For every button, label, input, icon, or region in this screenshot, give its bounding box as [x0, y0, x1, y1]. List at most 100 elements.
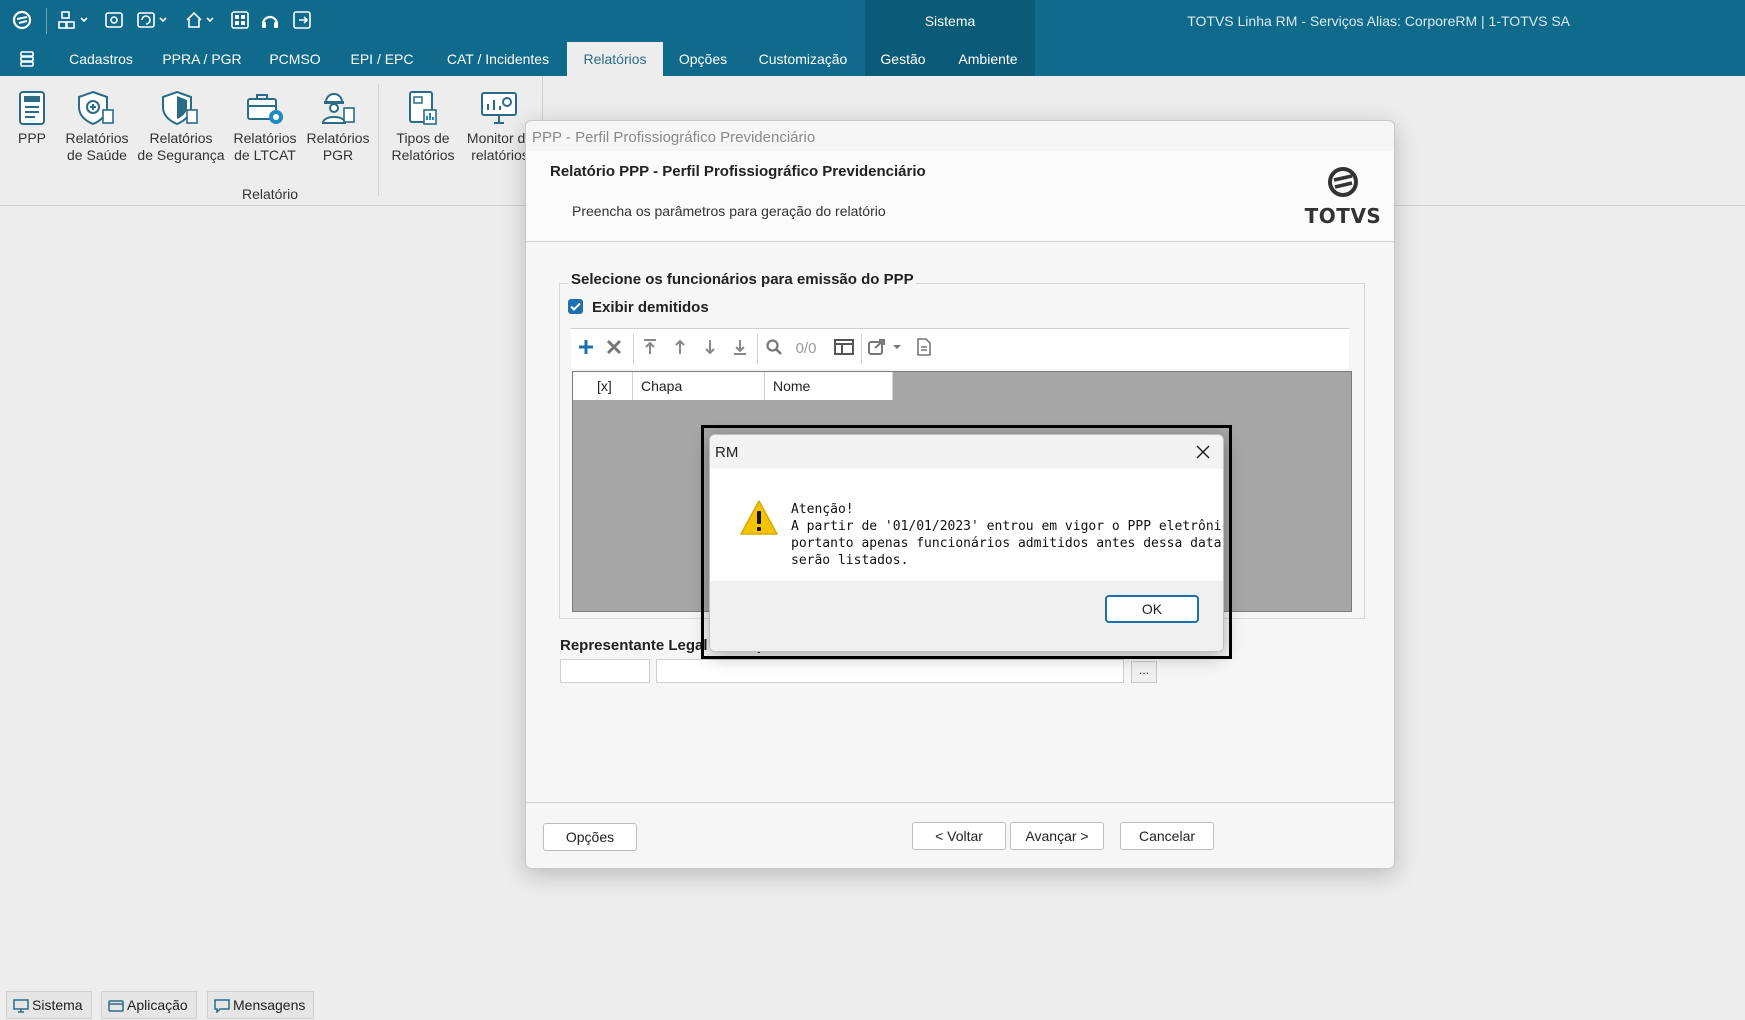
ribbon-label: Relatórios: [233, 130, 297, 146]
tab-group-label: Sistema: [924, 13, 976, 29]
ribbon-label: Tipos de: [396, 130, 450, 146]
tab-cat-incidentes[interactable]: CAT / Incidentes: [436, 42, 560, 76]
report-monitor-icon: [481, 92, 517, 124]
pgr-worker-icon: [321, 93, 355, 124]
representante-lookup-button[interactable]: ...: [1131, 661, 1157, 683]
home-dropdown-icon[interactable]: [184, 10, 220, 32]
grid-toolbar: 0/0: [571, 328, 1349, 369]
next-record-icon[interactable]: [699, 338, 721, 360]
toolbar-separator: [757, 334, 758, 364]
security-shield-icon: [162, 90, 198, 126]
application-icon: [108, 1000, 124, 1012]
totvs-logo-text: TOTVS: [1304, 204, 1382, 228]
grid-header: [x] Chapa Nome: [573, 372, 893, 400]
dialog-titlebar: RM: [710, 435, 1223, 469]
ribbon-label: Relatórios: [65, 130, 129, 146]
connections-dropdown-icon[interactable]: [58, 10, 94, 32]
totvs-logo-icon: [1328, 167, 1358, 197]
preview-icon[interactable]: [104, 10, 126, 32]
tab-ppra-pgr[interactable]: PPRA / PGR: [154, 42, 250, 76]
ribbon-label: Relatórios: [391, 147, 455, 163]
options-button[interactable]: Opções: [543, 823, 637, 851]
statusbar-label: Sistema: [32, 997, 83, 1013]
dialog-body: Atenção! A partir de '01/01/2023' entrou…: [710, 469, 1223, 581]
report-icon[interactable]: [913, 338, 935, 360]
dialog-message: Atenção! A partir de '01/01/2023' entrou…: [791, 501, 1224, 569]
ppp-document-icon: [19, 91, 45, 125]
tab-cadastros[interactable]: Cadastros: [56, 42, 146, 76]
representante-code-input[interactable]: [560, 659, 650, 683]
checkmark-icon: [570, 302, 581, 311]
record-counter: 0/0: [795, 340, 817, 357]
message-line: portanto apenas funcionários admitidos a…: [791, 536, 1222, 551]
relatorios-seguranca-button[interactable]: Relatórios de Segurança: [136, 90, 226, 164]
message-line: Atenção!: [791, 502, 854, 517]
statusbar-label: Mensagens: [233, 997, 306, 1013]
ribbon-label: de Segurança: [137, 147, 225, 163]
exibir-demitidos-checkbox[interactable]: [568, 299, 583, 314]
close-icon[interactable]: [1193, 442, 1213, 462]
wizard-heading: Relatório PPP - Perfil Profissiográfico …: [550, 163, 926, 180]
tipos-relatorios-button[interactable]: Tipos de Relatórios: [388, 90, 458, 164]
export-dropdown-icon[interactable]: [867, 338, 907, 360]
relatorios-saude-button[interactable]: Relatórios de Saúde: [62, 90, 132, 164]
last-record-icon[interactable]: [729, 338, 751, 360]
tab-ambiente[interactable]: Ambiente: [948, 42, 1028, 76]
columns-icon[interactable]: [833, 338, 855, 360]
toolbar-separator: [633, 334, 634, 364]
cancel-button[interactable]: Cancelar: [1120, 822, 1214, 850]
tab-pcmso[interactable]: PCMSO: [262, 42, 328, 76]
app-title: TOTVS Linha RM - Serviços Alias: Corpore…: [1187, 13, 1570, 29]
tab-relatorios[interactable]: Relatórios: [567, 42, 663, 76]
wizard-footer: Opções < Voltar Avançar > Cancelar: [526, 802, 1394, 869]
totvs-logo: TOTVS: [1304, 165, 1382, 228]
search-icon[interactable]: [763, 338, 785, 360]
tab-gestao[interactable]: Gestão: [872, 42, 934, 76]
warning-icon: [740, 500, 778, 535]
next-button[interactable]: Avançar >: [1010, 822, 1104, 850]
first-record-icon[interactable]: [639, 338, 661, 360]
wizard-subheading: Preencha os parâmetros para geração do r…: [572, 203, 886, 219]
previous-record-icon[interactable]: [669, 338, 691, 360]
ribbon-group-label: Relatório: [241, 186, 299, 202]
tab-epi-epc[interactable]: EPI / EPC: [342, 42, 422, 76]
column-chapa[interactable]: Chapa: [633, 372, 765, 400]
add-icon[interactable]: [575, 338, 597, 360]
ribbon-label: PGR: [322, 147, 354, 163]
messages-icon: [214, 999, 230, 1014]
ribbon-label: Relatórios: [149, 130, 213, 146]
dialog-title: RM: [715, 444, 739, 461]
exibir-demitidos-label[interactable]: Exibir demitidos: [592, 299, 709, 316]
dashboard-icon[interactable]: [230, 10, 252, 32]
ok-button[interactable]: OK: [1105, 595, 1199, 623]
back-button[interactable]: < Voltar: [912, 822, 1006, 850]
ribbon-menu-icon[interactable]: [12, 42, 42, 76]
ribbon-label: de Saúde: [67, 147, 127, 163]
ribbon-separator: [378, 84, 379, 196]
title-bar: Sistema TOTVS Linha RM - Serviços Alias:…: [0, 0, 1745, 76]
ppp-button[interactable]: PPP: [12, 90, 52, 147]
column-nome[interactable]: Nome: [765, 372, 893, 400]
tab-customizacao[interactable]: Customização: [752, 42, 854, 76]
warning-dialog: RM Atenção! A partir de '01/01/2023' ent…: [709, 434, 1224, 652]
relatorios-pgr-button[interactable]: Relatórios PGR: [302, 90, 374, 164]
help-icon[interactable]: [260, 10, 282, 32]
relatorios-ltcat-button[interactable]: Relatórios de LTCAT: [230, 90, 300, 164]
health-shield-icon: [78, 90, 114, 126]
totvs-logo-icon[interactable]: [12, 10, 34, 32]
refresh-dropdown-icon[interactable]: [136, 10, 172, 32]
representante-name-input[interactable]: [656, 659, 1124, 683]
report-types-icon: [409, 91, 437, 125]
exit-icon[interactable]: [292, 10, 314, 32]
ribbon-label: Relatórios: [306, 130, 370, 146]
statusbar-sistema-button[interactable]: Sistema: [6, 991, 92, 1019]
toolbar-separator: [861, 334, 862, 364]
statusbar-mensagens-button[interactable]: Mensagens: [207, 991, 315, 1019]
message-line: A partir de '01/01/2023' entrou em vigor…: [791, 519, 1224, 534]
statusbar-aplicacao-button[interactable]: Aplicação: [101, 991, 197, 1019]
tab-opcoes[interactable]: Opções: [670, 42, 736, 76]
column-select-all[interactable]: [x]: [573, 372, 633, 400]
delete-icon[interactable]: [603, 338, 625, 360]
window-title: PPP - Perfil Profissiográfico Previdenci…: [532, 129, 816, 146]
group-title: Selecione os funcionários para emissão d…: [569, 271, 916, 288]
